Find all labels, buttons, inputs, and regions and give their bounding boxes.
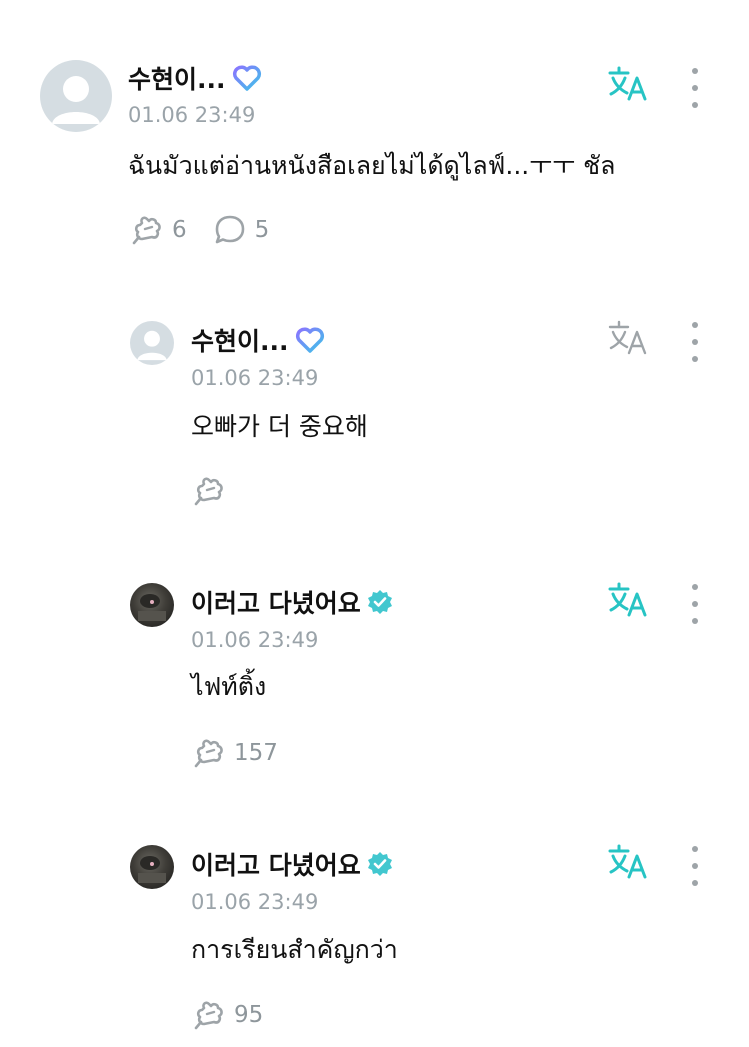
translate-icon[interactable] — [607, 66, 651, 102]
author-name[interactable]: 수현이... — [191, 322, 289, 358]
translate-icon[interactable] — [607, 582, 651, 618]
comment-text: ไฟท์ติ้ง — [191, 672, 267, 701]
cheer-icon[interactable] — [130, 213, 164, 247]
timestamp: 01.06 23:49 — [191, 890, 319, 914]
translate-icon[interactable] — [607, 844, 651, 880]
cheer-icon[interactable] — [192, 998, 226, 1032]
more-options-icon[interactable] — [685, 584, 705, 624]
author-name[interactable]: 이러고 다녔어요 — [191, 584, 361, 620]
more-options-icon[interactable] — [685, 68, 705, 108]
verified-badge-icon — [367, 852, 392, 876]
avatar[interactable] — [130, 845, 174, 889]
default-avatar-icon — [137, 330, 167, 361]
timestamp: 01.06 23:49 — [191, 628, 319, 652]
verified-badge-icon — [367, 590, 392, 614]
avatar[interactable] — [130, 583, 174, 627]
more-options-icon[interactable] — [685, 846, 705, 886]
comment-text: ฉันมัวแต่อ่านหนังสือเลยไม่ได้ดูไลฟ์...ㅜㅜ… — [128, 151, 616, 180]
default-avatar-icon — [52, 76, 100, 124]
reply-icon[interactable] — [213, 213, 247, 247]
like-count: 157 — [234, 740, 278, 766]
translate-icon[interactable] — [607, 320, 651, 356]
timestamp: 01.06 23:49 — [128, 103, 256, 127]
comment-text: การเรียนสำคัญกว่า — [191, 935, 398, 964]
avatar[interactable] — [40, 60, 112, 132]
more-options-icon[interactable] — [685, 322, 705, 362]
cheer-icon[interactable] — [192, 474, 226, 508]
like-count: 6 — [172, 217, 187, 243]
avatar[interactable] — [130, 321, 174, 365]
heart-badge-icon — [232, 65, 261, 91]
photo-avatar-image — [138, 594, 166, 621]
reply-count: 5 — [254, 217, 270, 243]
heart-badge-icon — [295, 327, 324, 353]
like-count: 95 — [234, 1002, 264, 1028]
timestamp: 01.06 23:49 — [191, 366, 319, 390]
comment-text: 오빠가 더 중요해 — [191, 412, 368, 441]
author-name[interactable]: 이러고 다녔어요 — [191, 846, 361, 882]
author-name[interactable]: 수현이... — [128, 60, 226, 96]
photo-avatar-image — [138, 856, 166, 883]
cheer-icon[interactable] — [192, 736, 226, 770]
